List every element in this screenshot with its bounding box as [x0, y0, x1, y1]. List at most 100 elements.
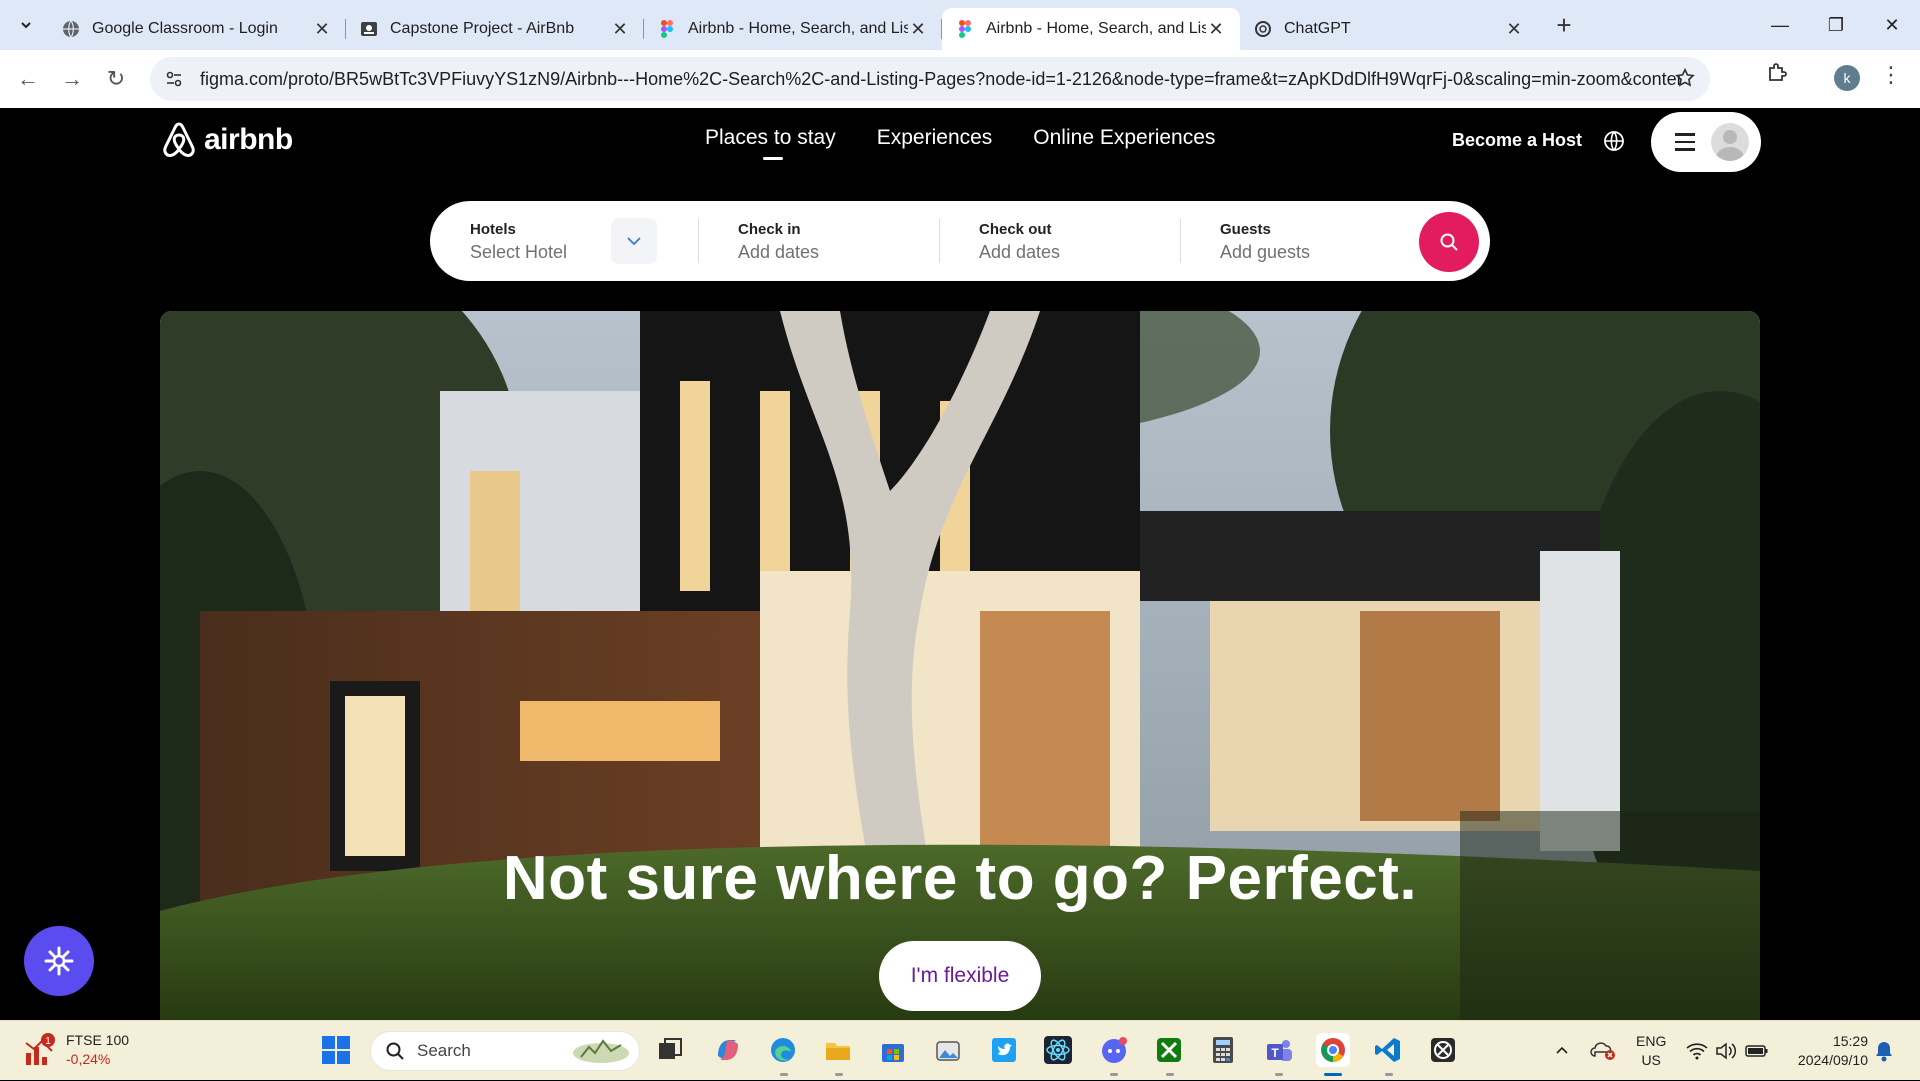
tab-title: ChatGPT: [1284, 20, 1351, 37]
check-out-label: Check out: [979, 221, 1052, 238]
check-out-field[interactable]: Check out Add dates: [979, 221, 1060, 263]
close-window-icon[interactable]: ✕: [1864, 0, 1920, 50]
browser-tab[interactable]: Google Classroom - Login ✕: [48, 8, 346, 50]
tab-title: Airbnb - Home, Search, and Listing Pages: [986, 20, 1206, 37]
onedrive-error-icon[interactable]: [1590, 1021, 1616, 1081]
svg-text:T: T: [1271, 1046, 1279, 1060]
minimize-icon[interactable]: —: [1752, 0, 1808, 50]
teams-icon[interactable]: T: [1262, 1033, 1296, 1067]
globe-icon[interactable]: [1603, 130, 1625, 157]
hotels-dropdown-button[interactable]: [611, 218, 657, 264]
clock-time: 15:29: [1832, 1033, 1868, 1049]
check-in-field[interactable]: Check in Add dates: [738, 221, 819, 263]
address-bar[interactable]: figma.com/proto/BR5wBtTc3VPFiuvyYS1zN9/A…: [150, 57, 1710, 101]
close-icon[interactable]: ✕: [1206, 19, 1226, 39]
clock-date: 2024/09/10: [1797, 1052, 1868, 1068]
tab-title: Airbnb - Home, Search, and Listing Pages: [688, 20, 908, 37]
microsoft-store-icon[interactable]: [876, 1033, 910, 1067]
stock-widget[interactable]: 1 FTSE 100 -0,24%: [24, 1031, 129, 1069]
airbnb-logo[interactable]: airbnb: [160, 120, 293, 160]
check-out-value: Add dates: [979, 242, 1061, 262]
restore-icon[interactable]: ❐: [1808, 0, 1864, 50]
file-explorer-icon[interactable]: [821, 1033, 855, 1067]
hero-banner: Not sure where to go? Perfect. I'm flexi…: [160, 311, 1760, 1020]
im-flexible-button[interactable]: I'm flexible: [879, 941, 1041, 1011]
check-in-label: Check in: [738, 221, 801, 238]
extensions-puzzle-icon[interactable]: [1765, 60, 1789, 89]
hotels-label: Hotels: [470, 221, 516, 238]
guests-field[interactable]: Guests Add guests: [1220, 221, 1310, 263]
react-icon[interactable]: [1041, 1033, 1075, 1067]
taskbar-search-box[interactable]: Search: [370, 1031, 640, 1071]
calculator-icon[interactable]: [1206, 1033, 1240, 1067]
battery-icon[interactable]: [1745, 1021, 1769, 1081]
browser-tab[interactable]: Airbnb - Home, Search, and Listing Pages…: [644, 8, 942, 50]
figma-icon: [956, 20, 974, 38]
airbnb-prototype-page: airbnb Places to stay Experiences Online…: [0, 108, 1920, 1020]
airbnb-logo-icon: [163, 122, 195, 158]
tab-title: Google Classroom - Login: [92, 20, 278, 37]
chrome-icon[interactable]: [1316, 1033, 1350, 1067]
wifi-icon[interactable]: [1686, 1021, 1708, 1081]
search-button[interactable]: [1419, 212, 1479, 272]
windows-start-icon[interactable]: [319, 1033, 353, 1067]
browser-tab-active[interactable]: Airbnb - Home, Search, and Listing Pages…: [942, 8, 1240, 50]
browser-tab[interactable]: Capstone Project - AirBnb ✕: [346, 8, 644, 50]
task-view-icon[interactable]: [653, 1033, 687, 1067]
vscode-icon[interactable]: [1371, 1033, 1405, 1067]
discord-icon[interactable]: [1097, 1033, 1131, 1067]
back-arrow-icon[interactable]: ←: [8, 59, 48, 99]
browser-tab-strip: Google Classroom - Login ✕ Capstone Proj…: [0, 0, 1920, 50]
language-indicator[interactable]: ENG US: [1636, 1032, 1666, 1070]
nav-places-to-stay[interactable]: Places to stay: [705, 126, 836, 160]
close-icon[interactable]: ✕: [1504, 19, 1524, 39]
close-icon[interactable]: ✕: [610, 19, 630, 39]
taskbar-search-text: Search: [417, 1041, 471, 1060]
nav-online-experiences[interactable]: Online Experiences: [1033, 126, 1215, 150]
new-tab-button[interactable]: +: [1546, 7, 1582, 43]
twitter-icon[interactable]: [987, 1033, 1021, 1067]
tab-search-button[interactable]: [8, 7, 44, 43]
close-icon[interactable]: ✕: [908, 19, 928, 39]
figma-icon: [658, 20, 676, 38]
search-highlight-icon: [573, 1039, 629, 1063]
copilot-icon[interactable]: [711, 1033, 745, 1067]
notification-bell-icon[interactable]: [1874, 1021, 1894, 1081]
forward-arrow-icon[interactable]: →: [52, 59, 92, 99]
widget-title: FTSE 100: [66, 1032, 130, 1048]
sparkle-icon: [44, 946, 74, 976]
nav-experiences[interactable]: Experiences: [877, 126, 993, 150]
reload-icon[interactable]: ↻: [96, 59, 136, 99]
browser-tab[interactable]: ChatGPT ✕: [1240, 8, 1538, 50]
bookmark-star-icon[interactable]: [1674, 67, 1696, 94]
show-hidden-icons-chevron-icon[interactable]: [1554, 1021, 1570, 1081]
xbox-app-icon[interactable]: [1426, 1033, 1460, 1067]
guests-value: Add guests: [1220, 242, 1311, 262]
hero-title: Not sure where to go? Perfect.: [502, 844, 1418, 913]
globe-icon: [62, 20, 80, 38]
user-avatar-icon: [1711, 123, 1749, 161]
search-bar: Hotels Select Hotel Check in Add dates C…: [430, 201, 1490, 281]
hotels-field[interactable]: Hotels Select Hotel: [470, 221, 567, 263]
window-controls: — ❐ ✕: [1752, 0, 1920, 50]
floating-assistant-button[interactable]: [24, 926, 94, 996]
edge-icon[interactable]: [766, 1033, 800, 1067]
site-settings-icon[interactable]: [160, 65, 188, 93]
url-text[interactable]: figma.com/proto/BR5wBtTc3VPFiuvyYS1zN9/A…: [200, 69, 1680, 90]
system-clock[interactable]: 15:29 2024/09/10: [1788, 1032, 1868, 1070]
xbox-icon[interactable]: [1152, 1033, 1186, 1067]
airbnb-logo-text: airbnb: [204, 123, 293, 156]
profile-avatar[interactable]: k: [1834, 65, 1860, 91]
windows-taskbar: 1 FTSE 100 -0,24% Search T ENG US 15:29 …: [0, 1020, 1920, 1080]
check-in-value: Add dates: [738, 242, 820, 262]
more-menu-icon[interactable]: ⋮: [1880, 62, 1902, 88]
chevron-down-icon: [21, 22, 31, 29]
search-icon: [1440, 233, 1458, 251]
user-menu-button[interactable]: [1651, 112, 1761, 172]
become-a-host-link[interactable]: Become a Host: [1452, 130, 1582, 151]
tab-title: Capstone Project - AirBnb: [390, 20, 575, 37]
hamburger-menu-icon: [1675, 133, 1695, 151]
volume-icon[interactable]: [1715, 1021, 1737, 1081]
close-icon[interactable]: ✕: [312, 19, 332, 39]
photos-icon[interactable]: [931, 1033, 965, 1067]
